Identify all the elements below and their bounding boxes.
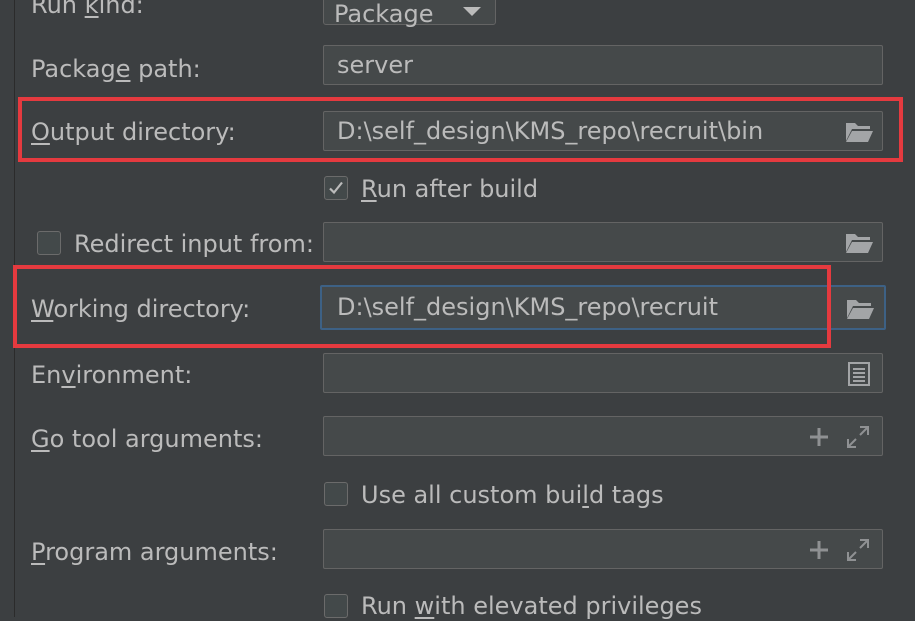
folder-icon[interactable] xyxy=(845,298,875,326)
checkmark-icon xyxy=(329,181,343,195)
folder-icon[interactable] xyxy=(844,232,874,260)
working-directory-highlight xyxy=(13,265,831,348)
run-kind-dropdown[interactable]: Package xyxy=(323,0,496,28)
plus-icon[interactable] xyxy=(808,426,830,454)
dropdown-arrow-icon xyxy=(463,7,481,16)
custom-build-tags-label: Use all custom build tags xyxy=(361,481,664,509)
expand-icon[interactable] xyxy=(846,538,870,568)
elevated-privileges-checkbox[interactable] xyxy=(324,594,348,618)
expand-icon[interactable] xyxy=(846,425,870,455)
plus-icon[interactable] xyxy=(808,539,830,567)
environment-input[interactable] xyxy=(323,353,883,393)
run-kind-value: Package xyxy=(334,0,434,28)
run-after-build-label: Run after build xyxy=(361,175,539,203)
package-path-value: server xyxy=(337,51,413,79)
go-tool-arguments-label: Go tool arguments: xyxy=(31,425,263,453)
redirect-input-checkbox[interactable] xyxy=(37,231,61,255)
redirect-input-label: Redirect input from: xyxy=(74,230,314,258)
environment-label: Environment: xyxy=(31,361,193,389)
run-after-build-checkbox[interactable] xyxy=(324,176,348,200)
output-directory-highlight xyxy=(18,97,903,162)
document-icon[interactable] xyxy=(848,362,870,392)
package-path-input[interactable]: server xyxy=(323,45,883,85)
package-path-label: Package path: xyxy=(31,55,201,83)
go-tool-arguments-input[interactable] xyxy=(323,416,883,456)
run-kind-label: Run kind: xyxy=(31,0,144,19)
program-arguments-label: Program arguments: xyxy=(31,538,278,566)
custom-build-tags-checkbox[interactable] xyxy=(324,482,348,506)
redirect-input-field[interactable] xyxy=(323,222,883,262)
program-arguments-input[interactable] xyxy=(323,529,883,569)
